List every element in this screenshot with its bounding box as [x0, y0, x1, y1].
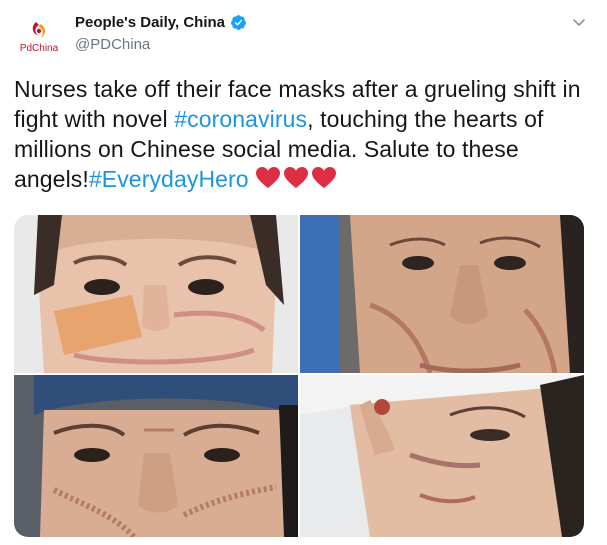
photo-nurse-cap[interactable] [14, 375, 298, 537]
account-name-row: People's Daily, China [75, 14, 247, 31]
red-heart-icon [283, 167, 308, 188]
photo-nurse-bruised-nose[interactable] [300, 375, 584, 537]
display-name[interactable]: People's Daily, China [75, 14, 225, 31]
pdchina-logo-icon [28, 20, 50, 42]
red-heart-icon [311, 167, 336, 188]
avatar[interactable]: PdChina [14, 12, 64, 62]
chevron-down-icon[interactable] [571, 14, 587, 30]
account-handle[interactable]: @PDChina [75, 36, 150, 53]
tweet-text: Nurses take off their face masks after a… [14, 74, 589, 194]
media-grid [14, 215, 584, 537]
hashtag-link[interactable]: #EverydayHero [89, 166, 249, 192]
tweet-card: PdChina People's Daily, China @PDChina N… [0, 0, 607, 545]
red-heart-icon [255, 167, 280, 188]
photo-nurse-bandage[interactable] [14, 215, 298, 373]
heart-emoji-group [255, 166, 337, 190]
photo-nurse-mask-marks[interactable] [300, 215, 584, 373]
verified-badge-icon [230, 14, 247, 31]
hashtag-link[interactable]: #coronavirus [174, 106, 307, 132]
avatar-wordmark: PdChina [19, 43, 59, 54]
